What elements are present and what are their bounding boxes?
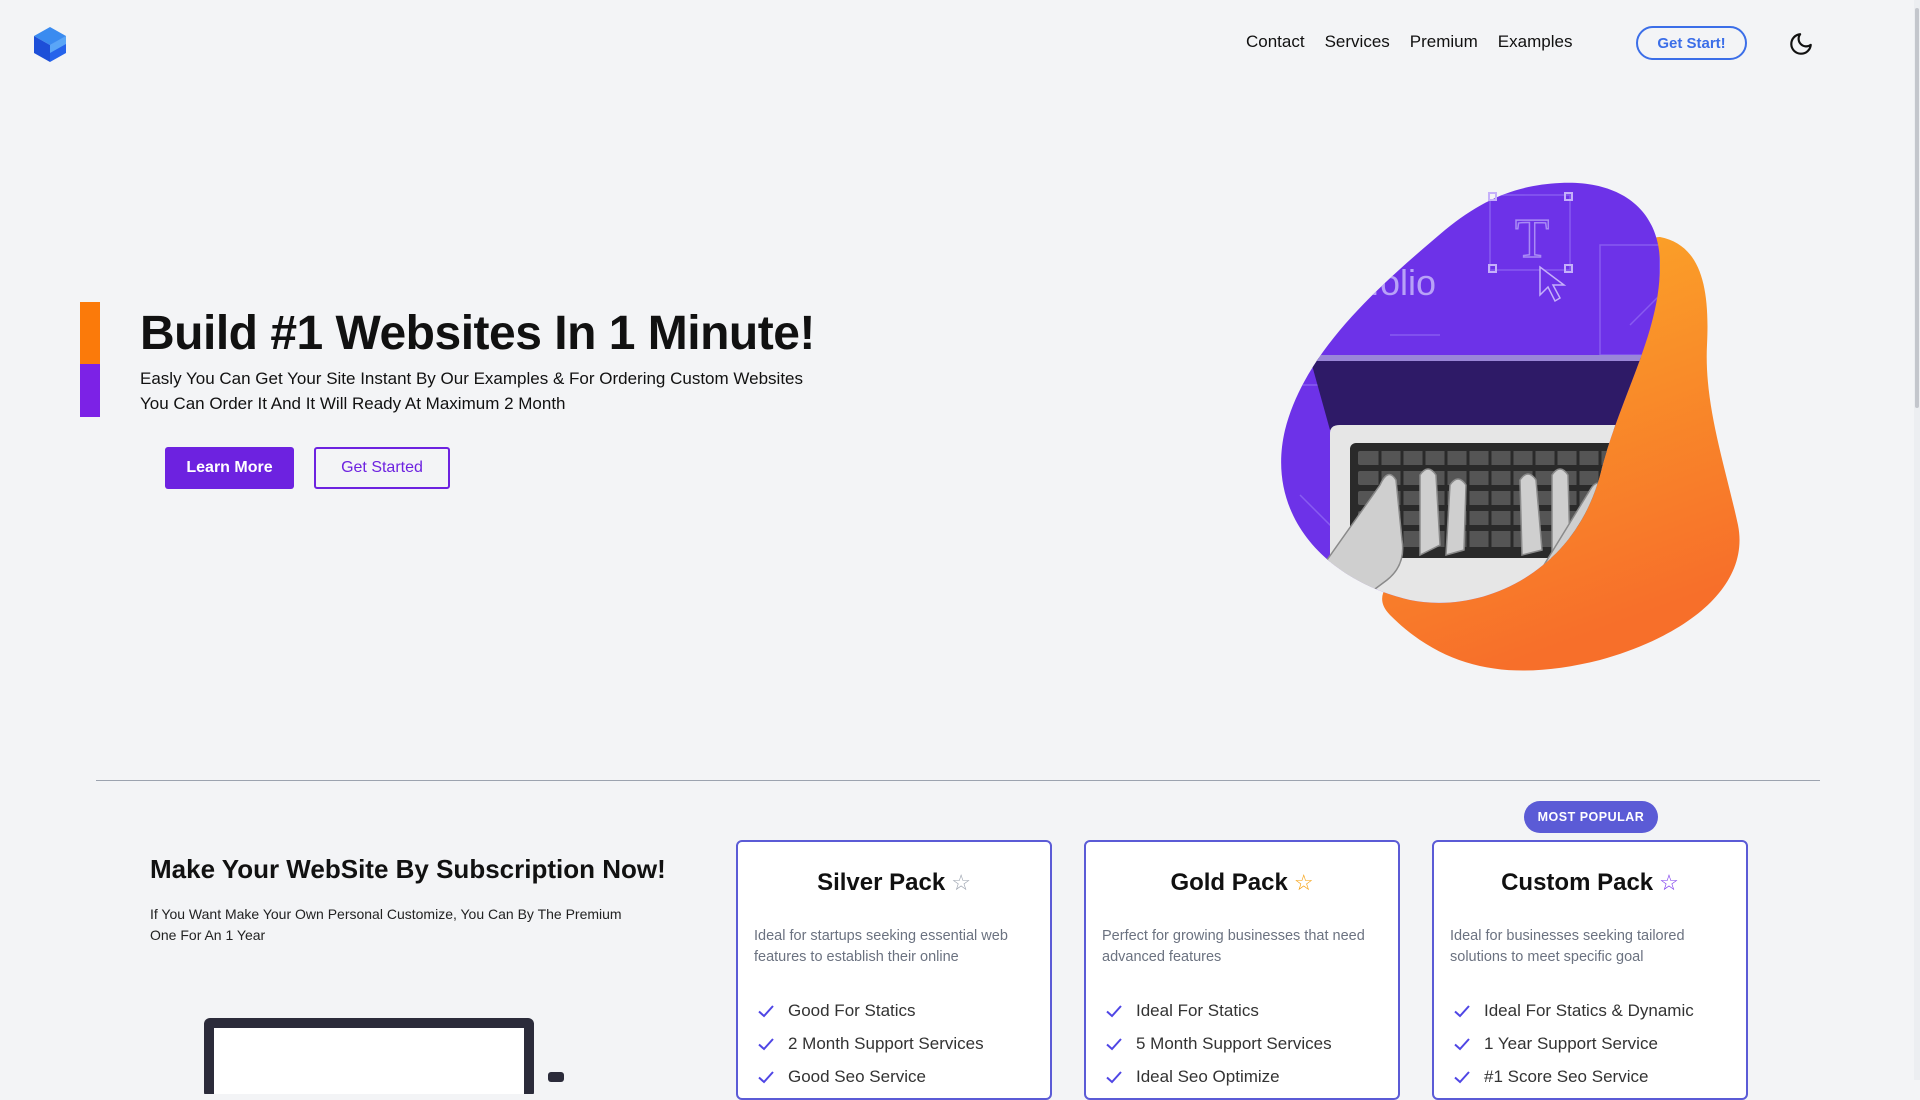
star-icon: ☆ [1659,870,1679,895]
plan-feature: 5 Month Support Services [1104,1027,1332,1060]
plan-description: Ideal for startups seeking essential web… [754,928,1008,965]
check-icon [1106,1037,1122,1050]
star-icon: ☆ [951,870,971,895]
pricing-card-custom[interactable]: Custom Pack ☆ Ideal for businesses seekin… [1432,840,1748,1100]
hero-subtitle-line-2: You Can Order It And It Will Ready At Ma… [140,394,566,413]
plan-description: Ideal for businesses seeking tailored so… [1450,928,1685,965]
plan-feature: Good For Statics [756,994,984,1027]
nav-contact[interactable]: Contact [1246,30,1305,54]
hero-laptop-illustration: T folio [1281,182,1740,671]
get-start-button[interactable]: Get Start! [1636,26,1747,60]
star-icon: ☆ [1293,870,1314,895]
page-scrollbar[interactable] [1914,0,1920,1080]
laptop-illustration [204,1018,564,1094]
subscription-description: If You Want Make Your Own Personal Custo… [150,906,622,943]
svg-text:T: T [1515,208,1549,270]
check-icon [758,1037,774,1050]
subscription-title: Make Your WebSite By Subscription Now! [150,854,666,884]
check-icon [758,1070,774,1083]
plan-feature-text: 1 Year Support Service [1484,1033,1658,1053]
nav-examples[interactable]: Examples [1498,30,1573,54]
pricing-card-gold[interactable]: Gold Pack ☆ Perfect for growing businesse… [1084,840,1400,1100]
hero-subtitle-line-1: Easly You Can Get Your Site Instant By O… [140,369,803,388]
plan-features: Ideal For Statics & Dynamic 1 Year Suppo… [1452,994,1694,1093]
get-started-button[interactable]: Get Started [314,447,450,489]
pricing-card-silver[interactable]: Silver Pack ☆ Ideal for startups seeking … [736,840,1052,1100]
plan-name: Silver Pack ☆ [738,866,1050,900]
plan-feature-text: Ideal For Statics [1136,1000,1259,1020]
plan-feature-text: Good Seo Service [788,1066,926,1086]
plan-feature: Good Seo Service [756,1060,984,1093]
plan-feature: 2 Month Support Services [756,1027,984,1060]
learn-more-button[interactable]: Learn More [165,447,294,489]
plan-name: Gold Pack ☆ [1086,866,1398,900]
check-icon [1106,1070,1122,1083]
plan-feature-text: Good For Statics [788,1000,916,1020]
moon-icon[interactable] [1788,31,1814,57]
plan-features: Ideal For Statics 5 Month Support Servic… [1104,994,1332,1093]
cube-logo-icon[interactable] [30,24,70,64]
plan-feature: #1 Score Seo Service [1452,1060,1694,1093]
plan-name-text: Custom Pack [1501,869,1654,896]
plan-feature-text: #1 Score Seo Service [1484,1066,1649,1086]
most-popular-badge: MOST POPULAR [1524,801,1658,833]
plan-feature-text: 2 Month Support Services [788,1033,984,1053]
plan-description: Perfect for growing businesses that need… [1102,928,1365,965]
plan-feature: Ideal For Statics [1104,994,1332,1027]
plan-feature-text: 5 Month Support Services [1136,1033,1332,1053]
check-icon [1454,1004,1470,1017]
hero-subtitle: Easly You Can Get Your Site Instant By O… [140,366,840,416]
accent-bar-orange [80,302,100,364]
plan-name-text: Gold Pack [1170,869,1288,896]
svg-text:folio: folio [1370,262,1436,303]
nav-services[interactable]: Services [1325,30,1390,54]
check-icon [1106,1004,1122,1017]
hero-accent-bar [80,302,100,417]
accent-bar-purple [80,364,100,417]
hero-title: Build #1 Websites In 1 Minute! [140,307,815,360]
plan-feature-text: Ideal For Statics & Dynamic [1484,1000,1694,1020]
plan-name: Custom Pack ☆ [1434,866,1746,900]
main-nav: Contact Services Premium Examples [1246,30,1592,54]
plan-feature: 1 Year Support Service [1452,1027,1694,1060]
check-icon [758,1004,774,1017]
plan-feature-text: Ideal Seo Optimize [1136,1066,1280,1086]
plan-feature: Ideal Seo Optimize [1104,1060,1332,1093]
check-icon [1454,1037,1470,1050]
plan-features: Good For Statics 2 Month Support Service… [756,994,984,1093]
scrollbar-thumb[interactable] [1915,8,1919,408]
plan-name-text: Silver Pack [817,869,946,896]
check-icon [1454,1070,1470,1083]
nav-premium[interactable]: Premium [1410,30,1478,54]
section-divider [96,780,1820,781]
plan-feature: Ideal For Statics & Dynamic [1452,994,1694,1027]
